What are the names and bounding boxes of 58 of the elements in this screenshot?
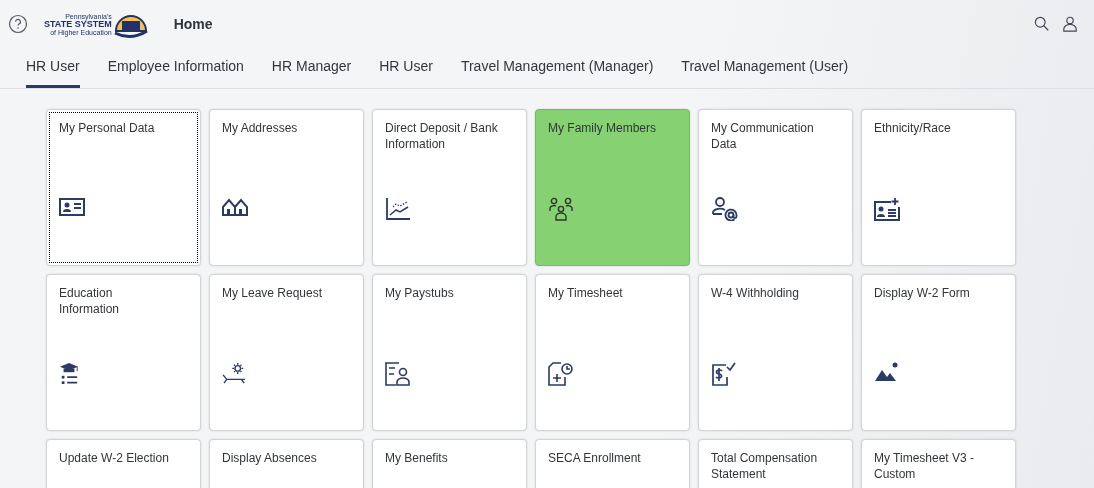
app-tile[interactable]: My Paystubs — [372, 274, 527, 431]
app-tile[interactable]: Total Compensation Statement — [698, 439, 853, 488]
app-tile[interactable]: SECA Enrollment — [535, 439, 690, 488]
tile-title: My Family Members — [548, 120, 657, 136]
tab[interactable]: HR Manager — [271, 48, 352, 88]
app-tile[interactable]: My Communication Data — [698, 109, 853, 266]
tile-title: My Paystubs — [385, 285, 455, 301]
tile-title: Display W-2 Form — [874, 285, 971, 301]
tile-title: Display Absences — [222, 450, 318, 466]
tile-title: My Timesheet V3 - Custom — [874, 450, 976, 482]
app-tile[interactable]: My Leave Request — [209, 274, 364, 431]
tab[interactable]: Travel Management (User) — [681, 48, 849, 88]
app-tile[interactable]: W-4 Withholding — [698, 274, 853, 431]
tile-title: SECA Enrollment — [548, 450, 642, 466]
mountain-icon — [874, 362, 900, 382]
graduation-list-icon — [59, 362, 79, 386]
people-icon — [548, 197, 574, 221]
dollar-check-icon — [711, 362, 737, 386]
app-tile[interactable]: My Family Members — [535, 109, 690, 266]
app-tile[interactable]: My Timesheet V3 - Custom — [861, 439, 1016, 488]
sun-lounger-icon — [222, 362, 248, 384]
dollar-person-document-icon — [385, 362, 411, 386]
person-at-icon — [711, 197, 739, 221]
app-tile[interactable]: My Timesheet — [535, 274, 690, 431]
tab[interactable]: HR User — [379, 48, 433, 88]
page-title: Home — [173, 16, 213, 32]
app-tile[interactable]: Education Information — [46, 274, 201, 431]
app-tile[interactable]: Ethnicity/Race — [861, 109, 1016, 266]
tab[interactable]: Employee Information — [107, 48, 244, 88]
help-icon[interactable] — [8, 14, 28, 34]
tab[interactable]: Travel Management (Manager) — [460, 48, 654, 88]
tile-title: Update W-2 Election — [59, 450, 170, 466]
tile-title: Total Compensation Statement — [711, 450, 819, 482]
tile-title: W-4 Withholding — [711, 285, 800, 301]
app-tile[interactable]: My Personal Data — [46, 109, 201, 266]
houses-icon — [222, 197, 248, 217]
id-card-plus-icon — [874, 197, 900, 221]
app-tile[interactable]: Display W-2 Form — [861, 274, 1016, 431]
tile-title: My Personal Data — [59, 120, 156, 136]
tile-title: My Timesheet — [548, 285, 624, 301]
tile-title: My Communication Data — [711, 120, 815, 152]
line-chart-icon — [385, 197, 411, 221]
tile-title: Ethnicity/Race — [874, 120, 952, 136]
tile-title: Education Information — [59, 285, 121, 317]
tile-title: My Benefits — [385, 450, 449, 466]
user-icon[interactable] — [1062, 15, 1078, 33]
app-tile[interactable]: Direct Deposit / Bank Information — [372, 109, 527, 266]
document-clock-icon — [548, 362, 574, 386]
tile-title: My Addresses — [222, 120, 299, 136]
tile-title: My Leave Request — [222, 285, 324, 301]
tab[interactable]: HR User — [26, 48, 80, 88]
id-card-icon — [59, 197, 85, 217]
tile-title: Direct Deposit / Bank Information — [385, 120, 499, 152]
app-tile[interactable]: My Addresses — [209, 109, 364, 266]
app-tile[interactable]: Update W-2 Election — [46, 439, 201, 488]
search-icon[interactable] — [1034, 16, 1050, 32]
app-tile[interactable]: Display Absences — [209, 439, 364, 488]
app-tile[interactable]: My Benefits — [372, 439, 527, 488]
